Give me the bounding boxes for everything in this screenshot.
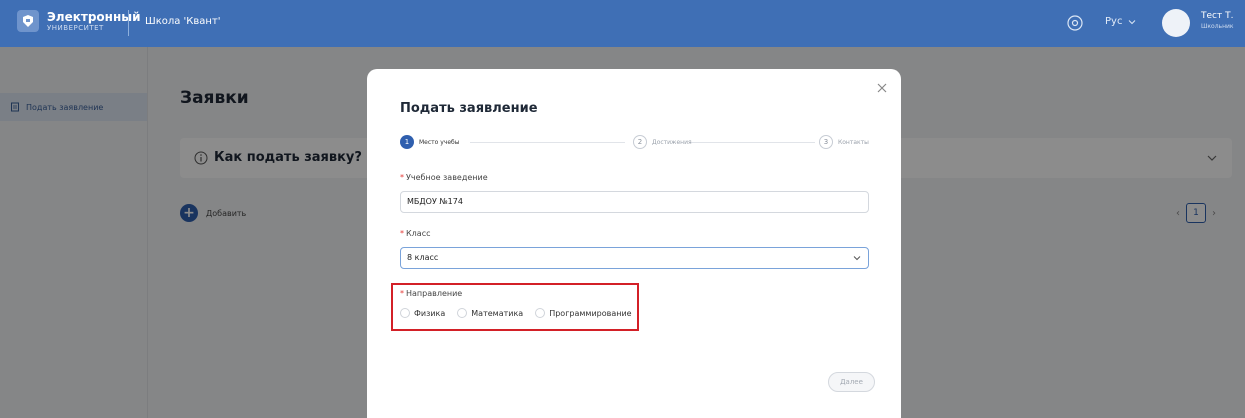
- language-selector[interactable]: Рус: [1105, 16, 1136, 27]
- step-label: Место учебы: [419, 138, 460, 146]
- highlight-box: [391, 283, 639, 331]
- next-button[interactable]: Далее: [828, 372, 875, 392]
- school-name: Школа 'Квант': [145, 16, 221, 27]
- step-2[interactable]: 2 Достижения: [633, 135, 692, 149]
- step-number: 1: [400, 135, 414, 149]
- logo-emblem-icon: [17, 10, 39, 32]
- step-number: 3: [819, 135, 833, 149]
- apply-modal: Подать заявление 1 Место учебы 2 Достиже…: [367, 69, 901, 418]
- user-name: Тест Т.: [1201, 11, 1234, 21]
- logo-subtitle: УНИВЕРСИТЕТ: [47, 23, 104, 32]
- user-info[interactable]: Тест Т. Школьник: [1201, 12, 1234, 30]
- logo[interactable]: Электронный УНИВЕРСИТЕТ: [17, 10, 141, 32]
- required-mark: *: [400, 229, 404, 238]
- step-number: 2: [633, 135, 647, 149]
- required-mark: *: [400, 173, 404, 182]
- grade-select[interactable]: 8 класс: [400, 247, 869, 269]
- avatar[interactable]: [1162, 9, 1190, 37]
- institution-input[interactable]: МБДОУ №174: [400, 191, 869, 213]
- eye-icon[interactable]: [1066, 14, 1084, 32]
- header-divider: [128, 10, 129, 36]
- grade-label: * Класс: [400, 229, 431, 238]
- step-connector: [690, 142, 815, 143]
- language-label: Рус: [1105, 16, 1123, 27]
- chevron-down-icon: [853, 256, 861, 261]
- step-1[interactable]: 1 Место учебы: [400, 135, 459, 149]
- user-role: Школьник: [1201, 23, 1234, 30]
- modal-title: Подать заявление: [400, 101, 538, 116]
- grade-select-value: 8 класс: [407, 253, 439, 262]
- logo-title: Электронный: [47, 9, 141, 24]
- chevron-down-icon: [1129, 19, 1136, 24]
- top-header: Электронный УНИВЕРСИТЕТ Школа 'Квант' Ру…: [0, 0, 1245, 47]
- stepper: 1 Место учебы 2 Достижения 3 Контакты: [400, 135, 870, 151]
- close-icon[interactable]: [875, 81, 889, 95]
- step-label: Достижения: [652, 138, 692, 146]
- step-connector: [470, 142, 625, 143]
- step-3[interactable]: 3 Контакты: [819, 135, 869, 149]
- step-label: Контакты: [838, 138, 869, 146]
- institution-label: * Учебное заведение: [400, 173, 488, 182]
